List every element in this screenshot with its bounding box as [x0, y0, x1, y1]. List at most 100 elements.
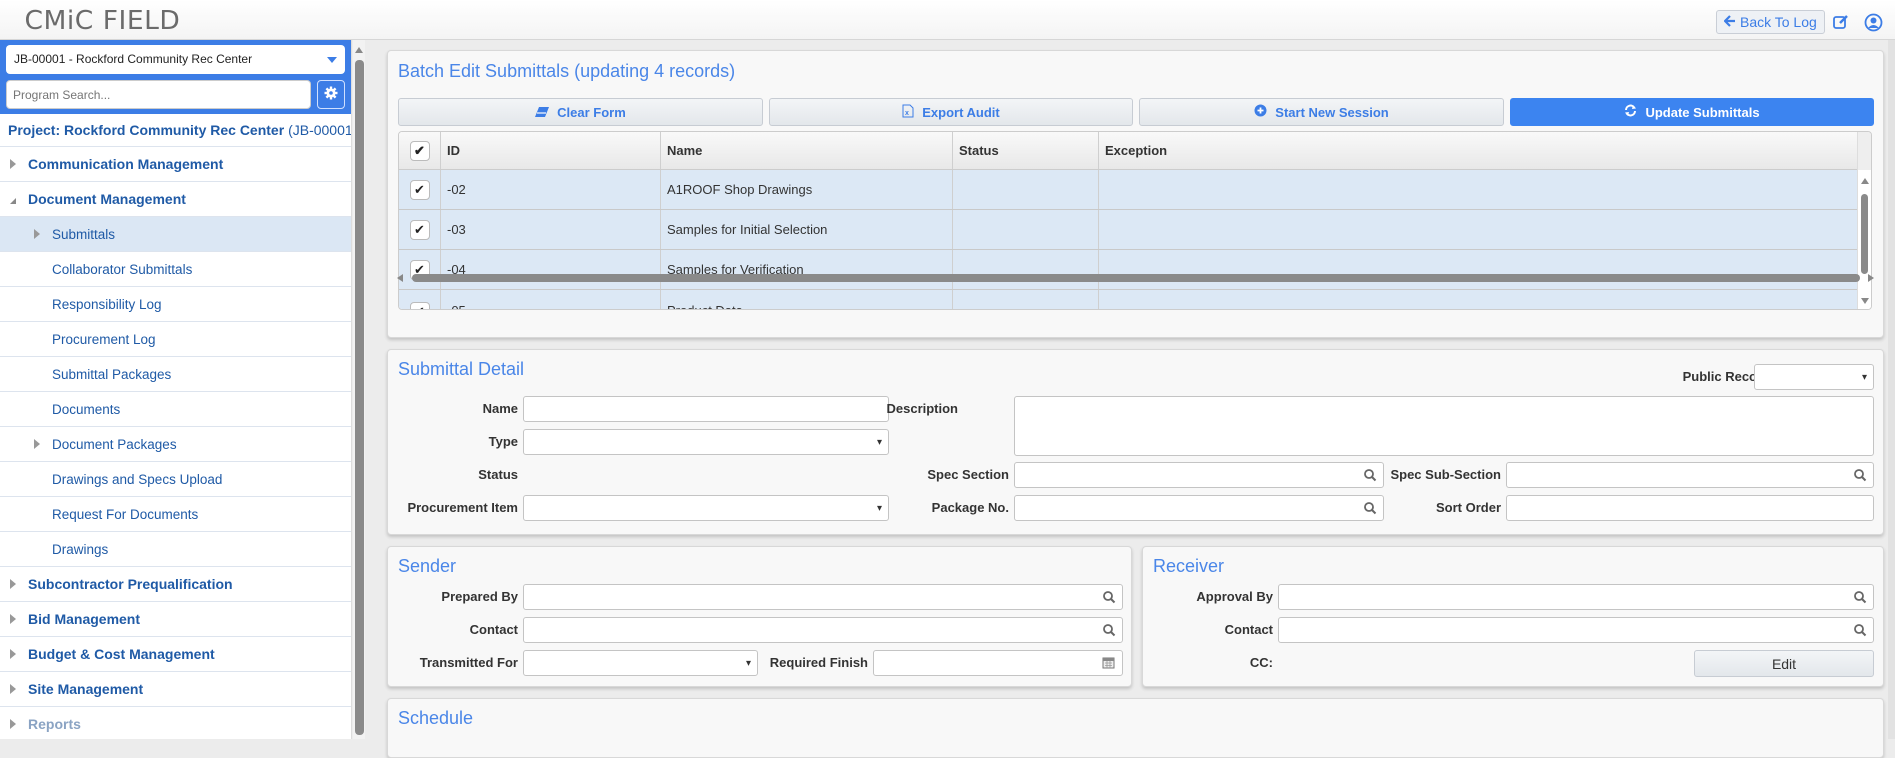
spec-sub-section-input[interactable]: [1506, 462, 1874, 488]
search-icon[interactable]: [1363, 501, 1377, 515]
prepared-by-input[interactable]: [523, 584, 1123, 610]
start-new-session-button[interactable]: Start New Session: [1139, 98, 1504, 126]
transmitted-for-select[interactable]: ▾: [523, 650, 758, 676]
expand-icon[interactable]: [34, 439, 40, 449]
schedule-panel: Schedule: [387, 698, 1884, 758]
sidebar-item-collaborator-submittals[interactable]: Collaborator Submittals: [0, 252, 351, 287]
public-record-select[interactable]: ▾: [1754, 364, 1874, 390]
clear-form-button[interactable]: Clear Form: [398, 98, 763, 126]
cell-exception: [1099, 170, 1859, 209]
table-row[interactable]: ✔ -04 Samples for Verification: [399, 250, 1859, 290]
sidebar-item-procurement-log[interactable]: Procurement Log: [0, 322, 351, 357]
project-select[interactable]: JB-00001 - Rockford Community Rec Center: [6, 45, 345, 74]
grid-header: ✔ ID Name Status Exception: [399, 132, 1859, 170]
search-icon[interactable]: [1363, 468, 1377, 482]
top-bar: CMiC FIELD Back To Log: [0, 0, 1895, 40]
sort-order-input[interactable]: [1506, 495, 1874, 521]
column-header-exception[interactable]: Exception: [1099, 132, 1859, 169]
back-to-log-button[interactable]: Back To Log: [1716, 10, 1825, 34]
nav-label: Communication Management: [28, 156, 224, 172]
expand-icon[interactable]: [10, 614, 16, 624]
sidebar-item-submittals[interactable]: Submittals: [0, 217, 351, 252]
expand-icon[interactable]: [34, 229, 40, 239]
scroll-thumb[interactable]: [355, 60, 364, 735]
scroll-left-icon[interactable]: [397, 274, 403, 282]
export-audit-label: Export Audit: [922, 104, 1000, 120]
sidebar-item-site-management[interactable]: Site Management: [0, 672, 351, 707]
calendar-icon[interactable]: [1102, 656, 1116, 670]
sidebar-item-bid-management[interactable]: Bid Management: [0, 602, 351, 637]
cell-id: -02: [441, 170, 661, 209]
prepared-by-label: Prepared By: [441, 589, 518, 604]
column-header-status[interactable]: Status: [953, 132, 1099, 169]
column-header-id[interactable]: ID: [441, 132, 661, 169]
sidebar-item-document-packages[interactable]: Document Packages: [0, 427, 351, 462]
row-checkbox[interactable]: ✔: [409, 302, 430, 309]
row-checkbox[interactable]: ✔: [409, 219, 430, 240]
search-icon[interactable]: [1102, 590, 1116, 604]
main-scrollbar[interactable]: [1888, 40, 1895, 739]
scroll-thumb[interactable]: [1861, 194, 1868, 274]
grid-horizontal-scrollbar[interactable]: [396, 272, 1876, 284]
scroll-right-icon[interactable]: [1868, 274, 1874, 282]
sidebar-scrollbar[interactable]: [353, 40, 365, 739]
sidebar-item-budget-cost-management[interactable]: Budget & Cost Management: [0, 637, 351, 672]
collapse-icon[interactable]: [10, 198, 16, 204]
required-finish-input[interactable]: [873, 650, 1123, 676]
user-circle-icon[interactable]: [1863, 12, 1883, 32]
scroll-up-icon[interactable]: [355, 47, 363, 53]
approval-by-input[interactable]: [1278, 584, 1874, 610]
description-textarea[interactable]: [1014, 396, 1874, 456]
sidebar-item-document-management[interactable]: Document Management: [0, 182, 351, 217]
sidebar-item-request-for-documents[interactable]: Request For Documents: [0, 497, 351, 532]
type-select[interactable]: ▾: [523, 429, 889, 455]
app-logo: CMiC FIELD: [24, 6, 181, 36]
sender-title: Sender: [398, 556, 457, 576]
sidebar-item-reports[interactable]: Reports: [0, 707, 351, 739]
package-no-input[interactable]: [1014, 495, 1384, 521]
sidebar-item-documents[interactable]: Documents: [0, 392, 351, 427]
scroll-thumb[interactable]: [412, 274, 1860, 282]
settings-button[interactable]: [317, 80, 345, 109]
nav-label: Submittal Packages: [52, 366, 172, 382]
search-icon[interactable]: [1853, 590, 1867, 604]
receiver-title: Receiver: [1153, 556, 1225, 576]
scroll-down-icon[interactable]: [1861, 298, 1869, 304]
expand-icon[interactable]: [10, 579, 16, 589]
approval-by-label: Approval By: [1196, 589, 1273, 604]
row-checkbox[interactable]: ✔: [409, 179, 430, 200]
search-icon[interactable]: [1102, 623, 1116, 637]
plus-circle-icon: [1254, 104, 1267, 120]
table-row[interactable]: ✔ -03 Samples for Initial Selection: [399, 210, 1859, 250]
select-all-checkbox[interactable]: ✔: [409, 140, 430, 161]
export-audit-button[interactable]: x Export Audit: [769, 98, 1133, 126]
receiver-contact-input[interactable]: [1278, 617, 1874, 643]
search-icon[interactable]: [1853, 623, 1867, 637]
sidebar-item-submittal-packages[interactable]: Submittal Packages: [0, 357, 351, 392]
nav-label: Drawings and Specs Upload: [52, 471, 223, 487]
update-submittals-button[interactable]: Update Submittals: [1510, 98, 1874, 126]
expand-icon[interactable]: [10, 649, 16, 659]
grid-vertical-scrollbar[interactable]: [1857, 170, 1871, 309]
search-icon[interactable]: [1853, 468, 1867, 482]
cc-edit-button[interactable]: Edit: [1694, 650, 1874, 677]
spec-section-input[interactable]: [1014, 462, 1384, 488]
program-search-input[interactable]: [6, 80, 311, 109]
nav-label: Document Management: [28, 191, 186, 207]
sender-contact-input[interactable]: [523, 617, 1123, 643]
scroll-up-icon[interactable]: [1861, 178, 1869, 184]
expand-icon[interactable]: [10, 719, 16, 729]
expand-icon[interactable]: [10, 684, 16, 694]
column-header-name[interactable]: Name: [661, 132, 953, 169]
sidebar-item-responsibility-log[interactable]: Responsibility Log: [0, 287, 351, 322]
edit-icon[interactable]: [1831, 12, 1851, 32]
table-row[interactable]: ✔ -02 A1ROOF Shop Drawings: [399, 170, 1859, 210]
sidebar-item-drawings[interactable]: Drawings: [0, 532, 351, 567]
sidebar-item-drawings-and-specs-upload[interactable]: Drawings and Specs Upload: [0, 462, 351, 497]
sidebar-item-communication-management[interactable]: Communication Management: [0, 147, 351, 182]
svg-text:x: x: [905, 110, 909, 117]
expand-icon[interactable]: [10, 159, 16, 169]
required-finish-label: Required Finish: [769, 655, 868, 670]
sidebar-item-subcontractor-prequalification[interactable]: Subcontractor Prequalification: [0, 567, 351, 602]
table-row[interactable]: ✔ -05 Product Data: [399, 290, 1859, 309]
